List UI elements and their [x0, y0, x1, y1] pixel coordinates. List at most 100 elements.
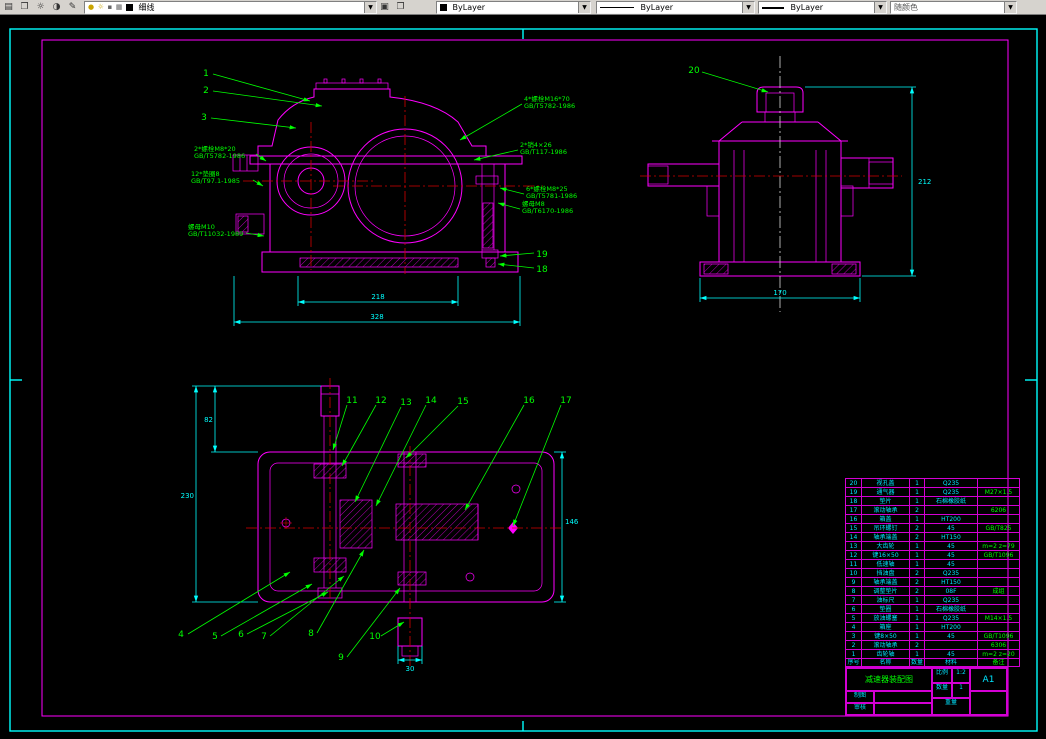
ann-nut-m8-line2: GB/T6170-1986 [522, 207, 573, 215]
layer-thaw-sun-icon[interactable]: ☼ [98, 2, 104, 13]
bom-row: 19 通气器 1 Q235 M27×1.5 [845, 487, 1020, 497]
bom-row: 7 油标尺 1 Q235 [845, 595, 1020, 605]
sheet-extra-cell [970, 691, 1007, 715]
bom-row: 1 齿轮轴 1 45 m=2 z=20 [845, 649, 1020, 659]
current-color-name: ByLayer [452, 3, 486, 12]
linetype-combo-arrow-icon[interactable]: ▼ [742, 2, 754, 13]
bom-row: 3 键8×50 1 45 GB/T1096 [845, 631, 1020, 641]
qty-value: 1 [952, 683, 970, 698]
match-properties-icon[interactable]: ❐ [394, 1, 407, 13]
callout-12: 12 [375, 396, 386, 406]
callout-18: 18 [536, 265, 548, 275]
check-label: 审核 [846, 703, 874, 715]
drawing-title: 减速器装配图 [846, 668, 932, 691]
ann-bolt-m16-line2: GB/T5782-1986 [524, 102, 575, 110]
scale-label: 比例 [932, 668, 952, 683]
lineweight-combo-arrow-icon[interactable]: ▼ [874, 2, 886, 13]
plotstyle-control-combo[interactable]: 随颜色 ▼ [890, 1, 1017, 14]
callout-2: 2 [203, 86, 209, 96]
layer-combo-arrow-icon[interactable]: ▼ [364, 2, 376, 13]
ann-bolt6-line2: GB/T5781-1986 [526, 192, 577, 200]
callout-17: 17 [560, 396, 571, 406]
ann-washer-line2: GB/T97.1-1985 [191, 177, 240, 185]
plan-shaft-dim: 30 [406, 665, 415, 673]
bom-header-no: 序号 [845, 658, 862, 667]
bom-row: 14 轴承端盖 2 HT150 [845, 532, 1020, 542]
front-view: 218 328 [232, 78, 543, 326]
bom-row: 12 键16×50 1 45 GB/T1096 [845, 550, 1020, 560]
draw-label: 制图 [846, 691, 874, 703]
plan-width-dim: 146 [565, 518, 579, 526]
callout-15: 15 [457, 397, 468, 407]
lineweight-control-combo[interactable]: ByLayer ▼ [758, 1, 887, 14]
bom-header-row: 序号 名称 数量 材料 备注 [845, 658, 1020, 667]
layer-previous-icon[interactable]: ✎ [66, 1, 79, 13]
linetype-sample-icon [600, 7, 634, 8]
sheet-size: A1 [970, 668, 1007, 691]
scale-value: 1:2 [952, 668, 970, 683]
bom-header-name: 名称 [861, 658, 910, 667]
callout-6: 6 [238, 630, 244, 640]
layer-isolate-icon[interactable]: ◑ [50, 1, 63, 13]
callout-9: 9 [338, 653, 344, 663]
bom-header-note: 备注 [977, 658, 1020, 667]
color-combo-arrow-icon[interactable]: ▼ [578, 2, 590, 13]
draw-name-cell [874, 691, 932, 703]
bom-header-material: 材料 [924, 658, 978, 667]
side-height-dim: 212 [918, 178, 931, 186]
front-view-callouts: 1 2 3 2*螺栓M8*20 GB/T5782-1986 12*垫圈8 GB/… [188, 69, 577, 275]
callout-4: 4 [178, 630, 184, 640]
callout-3: 3 [201, 113, 207, 123]
lineweight-sample-icon [762, 7, 784, 9]
make-object-layer-current-icon[interactable]: ▣ [378, 1, 391, 13]
current-layer-name: 细线 [138, 3, 155, 12]
current-lineweight-name: ByLayer [790, 3, 824, 12]
bom-row: 16 箱盖 1 HT200 [845, 514, 1020, 524]
plan-length-dim: 230 [181, 492, 194, 500]
object-properties-toolbar: ▤ ❐ ☼ ◑ ✎ ● ☼ ▪ ▦ 细线 ▼ ▣ ❐ ByLayer ▼ ByL… [0, 0, 1046, 15]
layer-on-bulb-icon[interactable]: ● [88, 2, 94, 13]
callout-10: 10 [369, 632, 381, 642]
layer-states-icon[interactable]: ☼ [34, 1, 47, 13]
app-icon[interactable]: ▤ [2, 1, 15, 13]
current-plotstyle-name: 随颜色 [894, 3, 918, 12]
callout-8: 8 [308, 629, 314, 639]
callout-5: 5 [212, 632, 218, 642]
callout-7: 7 [261, 632, 267, 642]
layer-lock-icon[interactable]: ▪ [107, 2, 112, 13]
front-overall-dim: 328 [370, 313, 383, 321]
callout-16: 16 [523, 396, 535, 406]
callout-19: 19 [536, 250, 548, 260]
bom-row: 6 垫圈 1 石棉橡胶纸 [845, 604, 1020, 614]
layer-color-chip [125, 4, 133, 11]
color-control-combo[interactable]: ByLayer ▼ [436, 1, 591, 14]
bom-header-qty: 数量 [909, 658, 925, 667]
bom-row: 9 轴承端盖 2 HT150 [845, 577, 1020, 587]
layer-control-combo[interactable]: ● ☼ ▪ ▦ 细线 ▼ [84, 1, 377, 14]
check-name-cell [874, 703, 932, 715]
linetype-control-combo[interactable]: ByLayer ▼ [596, 1, 755, 14]
side-view: 212 170 20 [640, 56, 931, 312]
layers-manager-icon[interactable]: ❐ [18, 1, 31, 13]
callout-11: 11 [346, 396, 357, 406]
ann-bolt-m8-line2: GB/T5782-1986 [194, 152, 245, 160]
plan-stub-dim: 82 [204, 416, 213, 424]
plotstyle-combo-arrow-icon[interactable]: ▼ [1004, 2, 1016, 13]
callout-20: 20 [688, 66, 700, 76]
layer-plot-icon[interactable]: ▦ [116, 2, 123, 13]
bom-row: 20 视孔盖 1 Q235 [845, 478, 1020, 488]
current-linetype-name: ByLayer [640, 3, 674, 12]
callout-13: 13 [400, 398, 411, 408]
qty-label: 数量 [932, 683, 952, 698]
plan-view: 82 230 146 30 [181, 378, 579, 673]
current-color-chip [440, 4, 447, 11]
callout-14: 14 [425, 396, 437, 406]
bom-row: 4 箱座 1 HT200 [845, 622, 1020, 632]
bom-table: 20 视孔盖 1 Q235 19 通气器 1 Q235 M27×1.5 18 垫片 1 石棉橡胶纸 17 滚… [845, 478, 1020, 667]
callout-1: 1 [203, 69, 209, 79]
title-block: 减速器装配图 制图 审核 比例 1:2 数量 1 重量 A1 [845, 667, 1008, 716]
bom-row: 2 滚动轴承 2 6306 [845, 640, 1020, 650]
bom-row: 18 垫片 1 石棉橡胶纸 [845, 496, 1020, 506]
bom-row: 10 挡油盘 2 Q235 [845, 568, 1020, 578]
ann-nut-m10-line2: GB/T11032-1989 [188, 230, 243, 238]
